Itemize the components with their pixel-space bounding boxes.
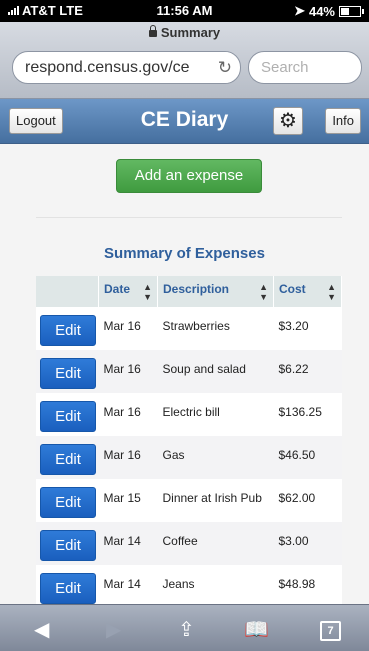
- date-cell: Mar 16: [98, 436, 158, 479]
- description-cell: Gas: [157, 436, 274, 479]
- edit-cell: Edit: [36, 436, 99, 479]
- tabs-button[interactable]: 7: [320, 617, 341, 641]
- table-row: Edit Mar 16 Electric bill $136.25: [36, 393, 342, 436]
- date-header-label: Date: [104, 281, 131, 296]
- back-icon[interactable]: ◀: [34, 617, 49, 642]
- summary-title: Summary of Expenses: [104, 245, 265, 262]
- battery-percent: 44%: [308, 3, 335, 19]
- date-cell: Mar 16: [98, 393, 158, 436]
- bookmarks-icon[interactable]: 📖: [244, 617, 269, 642]
- table-row: Edit Mar 14 Jeans $48.98: [36, 565, 342, 608]
- cost-header-label: Cost: [279, 281, 306, 296]
- share-icon[interactable]: ⇪: [178, 617, 195, 642]
- main-content: Add an expense Summary of Expenses Date …: [0, 144, 369, 608]
- settings-button[interactable]: ⚙: [273, 107, 303, 135]
- date-cell: Mar 16: [98, 350, 158, 393]
- cost-cell: $62.00: [273, 479, 342, 522]
- table-row: Edit Mar 15 Dinner at Irish Pub $62.00: [36, 479, 342, 522]
- lock-icon: [148, 25, 157, 38]
- date-cell: Mar 14: [98, 565, 158, 608]
- edit-cell: Edit: [36, 393, 99, 436]
- edit-cell: Edit: [36, 307, 99, 350]
- battery-icon: [339, 5, 364, 17]
- gear-icon: ⚙: [279, 110, 297, 132]
- info-button[interactable]: Info: [325, 108, 361, 134]
- edit-button[interactable]: Edit: [40, 530, 96, 561]
- description-cell: Coffee: [157, 522, 274, 565]
- reload-icon[interactable]: ↻: [213, 52, 232, 83]
- cost-column-header[interactable]: Cost ▲ ▼: [273, 276, 342, 307]
- description-cell: Electric bill: [157, 393, 274, 436]
- cost-cell: $48.98: [273, 565, 342, 608]
- search-placeholder: Search: [261, 59, 309, 76]
- cost-cell: $3.20: [273, 307, 342, 350]
- date-column-header[interactable]: Date ▲ ▼: [98, 276, 158, 307]
- location-icon: ➤: [294, 3, 305, 18]
- date-cell: Mar 16: [98, 307, 158, 350]
- edit-button[interactable]: Edit: [40, 444, 96, 475]
- page-title-text: Summary: [160, 25, 221, 40]
- date-cell: Mar 15: [98, 479, 158, 522]
- browser-toolbar: ◀ ▶ ⇪ 📖 7: [0, 604, 369, 651]
- table-row: Edit Mar 16 Strawberries $3.20: [36, 307, 342, 350]
- description-header-label: Description: [163, 281, 230, 296]
- app-title: CE Diary: [140, 108, 229, 131]
- add-expense-button[interactable]: Add an expense: [116, 159, 262, 193]
- description-cell: Strawberries: [157, 307, 274, 350]
- table-header-row: Date ▲ ▼ Description ▲ ▼ Cost ▲ ▼: [36, 276, 342, 307]
- sort-icon: ▲ ▼: [327, 281, 336, 302]
- browser-chrome: Summary respond.census.gov/ce ↻ Search: [0, 22, 369, 99]
- description-cell: Dinner at Irish Pub: [157, 479, 274, 522]
- cost-cell: $46.50: [273, 436, 342, 479]
- sort-icon: ▲ ▼: [259, 281, 268, 302]
- status-bar: AT&T LTE 11:56 AM ➤ 44%: [0, 0, 369, 22]
- edit-cell: Edit: [36, 479, 99, 522]
- battery-indicator: ➤ 44%: [294, 3, 364, 19]
- description-column-header[interactable]: Description ▲ ▼: [157, 276, 274, 307]
- url-text: respond.census.gov/ce: [25, 59, 190, 76]
- edit-cell: Edit: [36, 350, 99, 393]
- cost-cell: $136.25: [273, 393, 342, 436]
- address-bar[interactable]: respond.census.gov/ce ↻: [12, 51, 241, 84]
- sort-icon: ▲ ▼: [143, 281, 152, 302]
- edit-button[interactable]: Edit: [40, 573, 96, 604]
- edit-button[interactable]: Edit: [40, 315, 96, 346]
- table-row: Edit Mar 16 Gas $46.50: [36, 436, 342, 479]
- cost-cell: $6.22: [273, 350, 342, 393]
- divider: [36, 217, 342, 218]
- battery-fill: [341, 7, 349, 15]
- edit-cell: Edit: [36, 565, 99, 608]
- edit-button[interactable]: Edit: [40, 358, 96, 389]
- forward-icon[interactable]: ▶: [106, 617, 121, 642]
- date-cell: Mar 14: [98, 522, 158, 565]
- cost-cell: $3.00: [273, 522, 342, 565]
- expenses-table: Date ▲ ▼ Description ▲ ▼ Cost ▲ ▼ Edit Mar 1…: [36, 276, 342, 608]
- tabs-icon: 7: [320, 621, 341, 641]
- table-row: Edit Mar 14 Coffee $3.00: [36, 522, 342, 565]
- search-input[interactable]: Search: [248, 51, 362, 84]
- edit-column-header: [36, 276, 99, 307]
- description-cell: Jeans: [157, 565, 274, 608]
- description-cell: Soup and salad: [157, 350, 274, 393]
- edit-cell: Edit: [36, 522, 99, 565]
- edit-button[interactable]: Edit: [40, 401, 96, 432]
- table-row: Edit Mar 16 Soup and salad $6.22: [36, 350, 342, 393]
- edit-button[interactable]: Edit: [40, 487, 96, 518]
- browser-page-title: Summary: [0, 25, 369, 40]
- app-header: Logout CE Diary ⚙ Info: [0, 99, 369, 144]
